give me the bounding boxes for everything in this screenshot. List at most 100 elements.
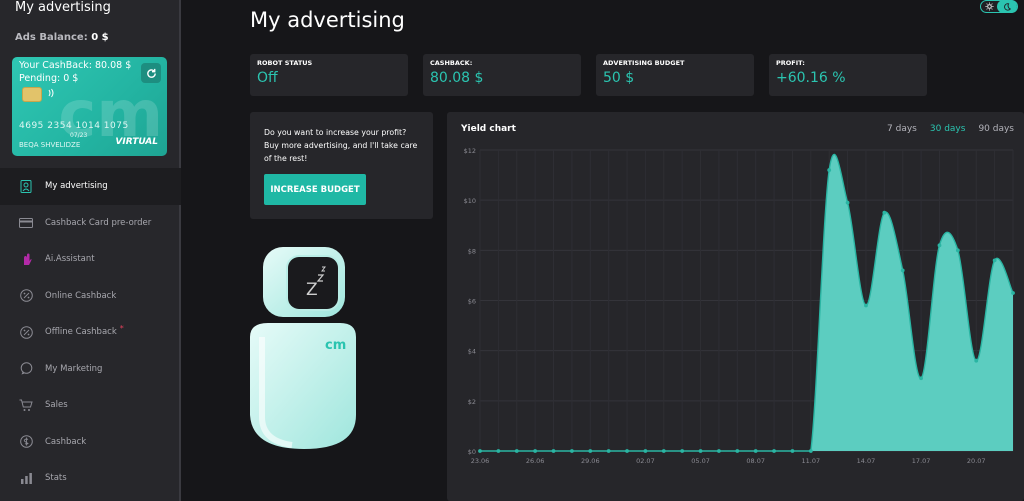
sidebar-item-ai-assistant[interactable]: Ai.Assistant — [0, 241, 181, 278]
sleeping-robot-illustration: Z cm — [250, 247, 356, 449]
range-30-days[interactable]: 30 days — [930, 124, 966, 134]
credit-card-icon — [19, 216, 33, 230]
sun-icon — [981, 1, 997, 12]
sidebar-title: My advertising — [15, 0, 111, 15]
data-point — [551, 449, 556, 453]
data-point — [514, 449, 519, 453]
x-tick-label: 26.06 — [526, 457, 545, 465]
data-point — [772, 449, 776, 453]
x-tick-label: 05.07 — [691, 457, 710, 465]
stat-label: ROBOT STATUS — [257, 59, 313, 67]
data-point — [698, 449, 703, 453]
sidebar-item-my-marketing[interactable]: My Marketing — [0, 351, 181, 388]
contactless-icon — [47, 88, 55, 101]
stat-cashback: CASHBACK: 80.08 $ — [423, 54, 581, 96]
x-tick-label: 14.07 — [857, 457, 876, 465]
y-tick-label: $12 — [464, 147, 476, 155]
card-holder: BEQA SHVELIDZE — [19, 141, 81, 149]
data-point — [735, 449, 740, 453]
sidebar-item-label: Offline Cashback — [45, 327, 117, 338]
sidebar-item-label: Sales — [45, 400, 68, 411]
data-point — [808, 449, 813, 453]
cashback-card: cm Your CashBack: 80.08 $ Pending: 0 $ 4… — [12, 57, 167, 156]
sidebar-item-label: Stats — [45, 473, 67, 484]
sidebar-item-sales[interactable]: Sales — [0, 387, 181, 424]
chart-title: Yield chart — [461, 124, 516, 134]
data-point — [717, 449, 721, 453]
stat-advertising-budget: ADVERTISING BUDGET 50 $ — [596, 54, 754, 96]
robot-icon — [19, 179, 33, 193]
stat-value: 80.08 $ — [430, 70, 484, 86]
cart-icon — [19, 398, 33, 412]
theme-toggle[interactable] — [980, 0, 1018, 13]
data-point — [919, 376, 924, 381]
range-90-days[interactable]: 90 days — [978, 124, 1014, 134]
refresh-button[interactable] — [141, 63, 161, 83]
range-selector: 7 days 30 days 90 days — [887, 124, 1014, 134]
card-expiry: 07/23 — [70, 132, 88, 139]
y-tick-label: $4 — [468, 348, 476, 356]
data-point — [643, 449, 648, 453]
data-point — [496, 449, 501, 453]
x-tick-label: 11.07 — [802, 457, 821, 465]
promo-text: Do you want to increase your profit? Buy… — [264, 128, 418, 163]
x-tick-label: 29.06 — [581, 457, 600, 465]
data-point — [937, 243, 942, 248]
data-point — [845, 200, 850, 205]
increase-budget-panel: Do you want to increase your profit? Buy… — [250, 112, 433, 219]
sidebar-item-online-cashback[interactable]: Online Cashback — [0, 278, 181, 315]
data-point — [533, 449, 538, 453]
stat-value: 50 $ — [603, 70, 635, 86]
card-pending: Pending: 0 $ — [19, 73, 79, 84]
x-tick-label: 02.07 — [636, 457, 655, 465]
ads-balance-label: Ads Balance: — [15, 32, 88, 43]
stat-value: Off — [257, 70, 278, 86]
sidebar-item-label: Cashback — [45, 436, 87, 447]
range-7-days[interactable]: 7 days — [887, 124, 917, 134]
sidebar-item-label: Ai.Assistant — [45, 254, 95, 265]
increase-budget-button[interactable]: INCREASE BUDGET — [264, 174, 366, 205]
sidebar-item-label: Online Cashback — [45, 290, 117, 301]
sidebar-nav: My advertising Cashback Card pre-order A… — [0, 168, 181, 497]
data-point — [661, 449, 666, 453]
chat-icon — [19, 362, 33, 376]
ads-balance: Ads Balance: 0 $ — [15, 32, 109, 43]
data-point — [900, 268, 905, 273]
data-point — [680, 449, 685, 453]
data-point — [606, 449, 611, 453]
percent-icon — [19, 325, 33, 339]
sidebar-item-offline-cashback[interactable]: Offline Cashback * — [0, 314, 181, 351]
card-virtual-badge: VIRTUAL — [115, 137, 158, 147]
data-point — [992, 258, 997, 263]
stat-label: CASHBACK: — [430, 59, 473, 67]
y-tick-label: $0 — [468, 448, 476, 456]
data-point — [955, 248, 960, 253]
sidebar-item-label: My Marketing — [45, 363, 103, 374]
y-tick-label: $10 — [464, 197, 476, 205]
stat-value: +60.16 % — [776, 70, 846, 86]
hand-icon — [19, 252, 33, 266]
y-tick-label: $2 — [468, 398, 476, 406]
page-title: My advertising — [250, 8, 405, 32]
data-point — [569, 449, 574, 453]
x-tick-label: 20.07 — [967, 457, 986, 465]
sidebar-item-my-advertising[interactable]: My advertising — [0, 168, 181, 205]
sidebar-item-label: Cashback Card pre-order — [45, 217, 152, 228]
yield-chart-panel: $0 $2 $4 $6 $8 $10 $12 23.06 26.06 29.06 02.07 05.0… — [447, 112, 1024, 501]
card-number: 4695 2354 1014 1075 — [19, 121, 129, 131]
ads-balance-value: 0 $ — [91, 32, 109, 43]
x-tick-label: 23.06 — [471, 457, 490, 465]
stat-robot-status: ROBOT STATUS Off — [250, 54, 408, 96]
refresh-icon — [146, 68, 156, 78]
area-fill — [480, 154, 1013, 451]
x-tick-label: 08.07 — [746, 457, 765, 465]
sidebar-item-label: My advertising — [45, 181, 108, 192]
data-point — [588, 449, 593, 453]
robot-logo: cm — [325, 338, 346, 353]
card-cashback: Your CashBack: 80.08 $ — [19, 60, 132, 71]
sidebar-item-cashback-card[interactable]: Cashback Card pre-order — [0, 205, 181, 242]
chip-icon — [22, 87, 42, 102]
sidebar-item-stats[interactable]: Stats — [0, 460, 181, 497]
sidebar-item-cashback[interactable]: Cashback — [0, 424, 181, 461]
yield-chart: $0 $2 $4 $6 $8 $10 $12 23.06 26.06 29.06 02.07 05.0… — [464, 147, 1015, 465]
